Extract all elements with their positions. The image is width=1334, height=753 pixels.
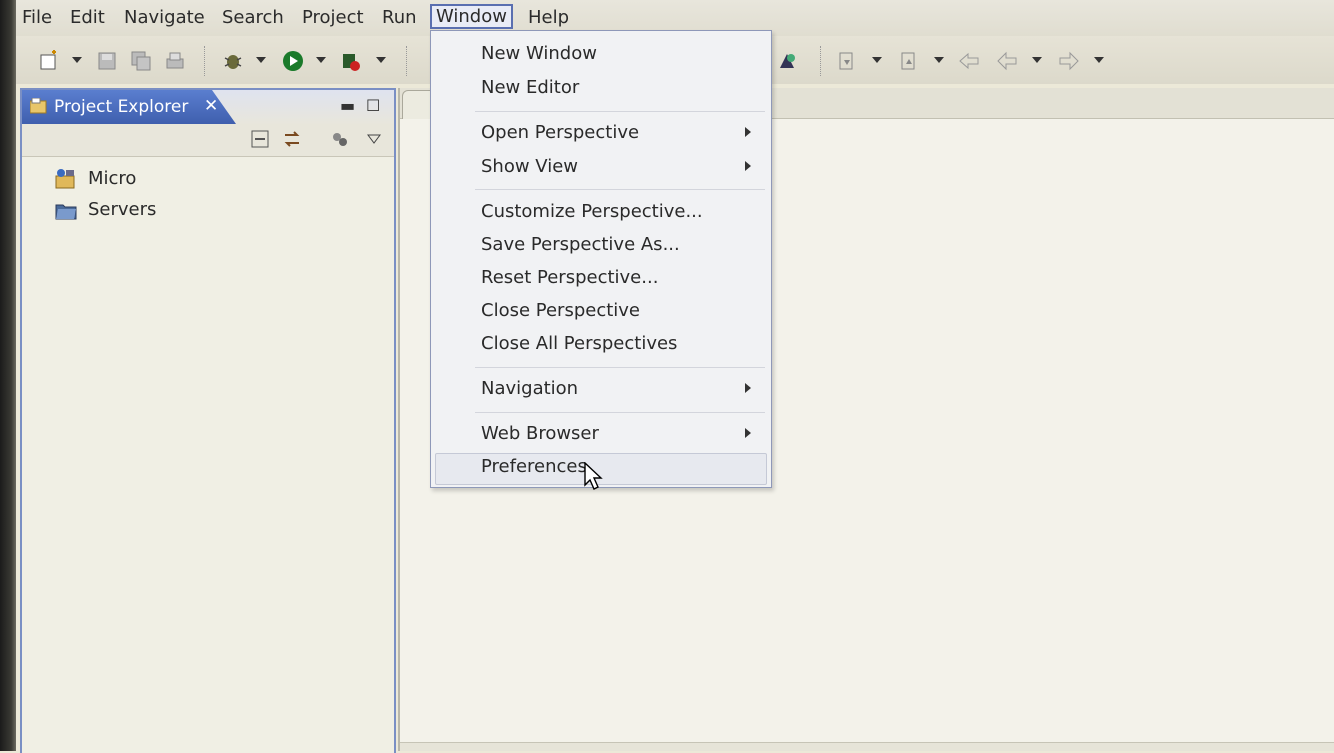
forward-dropdown-icon[interactable] xyxy=(1094,57,1104,63)
submenu-arrow-icon xyxy=(745,383,751,393)
menu-navigate[interactable]: Navigate xyxy=(124,7,205,28)
external-tools-dropdown-icon[interactable] xyxy=(376,57,386,63)
project-explorer-view: Project Explorer ✕ ▬ ☐ Micro Servers xyxy=(20,88,396,753)
menu-item-web-browser[interactable]: Web Browser xyxy=(481,423,599,444)
last-edit-location-icon[interactable] xyxy=(958,50,980,72)
tree-item-label: Micro xyxy=(88,168,137,189)
menu-item-new-window[interactable]: New Window xyxy=(481,43,597,64)
new-icon[interactable] xyxy=(38,50,60,72)
next-annotation-icon[interactable] xyxy=(836,50,858,72)
project-icon xyxy=(54,168,78,190)
menu-search[interactable]: Search xyxy=(222,7,284,28)
menu-edit[interactable]: Edit xyxy=(70,7,105,28)
toolbar-separator xyxy=(204,46,207,76)
window-menu-dropdown: New Window New Editor Open Perspective S… xyxy=(430,30,772,488)
menu-separator xyxy=(475,412,765,413)
close-icon[interactable]: ✕ xyxy=(204,96,218,116)
next-annotation-dropdown-icon[interactable] xyxy=(872,57,882,63)
back-dropdown-icon[interactable] xyxy=(1032,57,1042,63)
bottom-panel-edge xyxy=(400,742,1334,751)
menu-item-show-view[interactable]: Show View xyxy=(481,156,578,177)
save-all-icon[interactable] xyxy=(130,50,152,72)
forward-icon[interactable] xyxy=(1058,50,1080,72)
new-dropdown-icon[interactable] xyxy=(72,57,82,63)
previous-annotation-dropdown-icon[interactable] xyxy=(934,57,944,63)
previous-annotation-icon[interactable] xyxy=(898,50,920,72)
open-type-icon[interactable] xyxy=(776,50,798,72)
tree-item-label: Servers xyxy=(88,199,157,220)
menu-file[interactable]: File xyxy=(22,7,52,28)
project-explorer-toolbar xyxy=(22,124,394,157)
external-tools-icon[interactable] xyxy=(340,50,362,72)
collapse-all-icon[interactable] xyxy=(250,129,270,149)
print-icon[interactable] xyxy=(164,50,186,72)
menu-item-preferences[interactable]: Preferences xyxy=(481,456,587,477)
run-icon[interactable] xyxy=(282,50,304,72)
project-explorer-tabbar: Project Explorer ✕ ▬ ☐ xyxy=(22,90,394,124)
link-with-editor-icon[interactable] xyxy=(282,129,302,149)
menu-separator xyxy=(475,189,765,190)
back-icon[interactable] xyxy=(996,50,1018,72)
folder-icon xyxy=(54,199,78,221)
menu-item-navigation[interactable]: Navigation xyxy=(481,378,578,399)
menu-item-open-perspective[interactable]: Open Perspective xyxy=(481,122,639,143)
menu-run[interactable]: Run xyxy=(382,7,417,28)
toolbar-separator xyxy=(406,46,409,76)
menu-item-save-perspective-as[interactable]: Save Perspective As... xyxy=(481,234,680,255)
maximize-icon[interactable]: ☐ xyxy=(366,96,380,115)
project-explorer-tab[interactable]: Project Explorer ✕ xyxy=(22,90,236,124)
debug-dropdown-icon[interactable] xyxy=(256,57,266,63)
project-explorer-icon xyxy=(29,97,48,114)
menu-window[interactable]: Window xyxy=(430,4,513,29)
menu-item-close-all-perspectives[interactable]: Close All Perspectives xyxy=(481,333,677,354)
menu-item-reset-perspective[interactable]: Reset Perspective... xyxy=(481,267,658,288)
toolbar-separator xyxy=(820,46,823,76)
submenu-arrow-icon xyxy=(745,127,751,137)
menu-item-new-editor[interactable]: New Editor xyxy=(481,77,579,98)
menu-separator xyxy=(475,111,765,112)
debug-icon[interactable] xyxy=(222,50,244,72)
menu-separator xyxy=(475,367,765,368)
monitor-bezel xyxy=(0,0,16,751)
submenu-arrow-icon xyxy=(745,161,751,171)
menu-help[interactable]: Help xyxy=(528,7,569,28)
menu-item-customize-perspective[interactable]: Customize Perspective... xyxy=(481,201,703,222)
menu-project[interactable]: Project xyxy=(302,7,364,28)
submenu-arrow-icon xyxy=(745,428,751,438)
view-menu-icon[interactable] xyxy=(364,129,384,149)
menu-item-close-perspective[interactable]: Close Perspective xyxy=(481,300,640,321)
save-icon[interactable] xyxy=(96,50,118,72)
run-dropdown-icon[interactable] xyxy=(316,57,326,63)
filter-icon[interactable] xyxy=(330,129,350,149)
minimize-icon[interactable]: ▬ xyxy=(340,96,355,115)
project-explorer-title: Project Explorer xyxy=(54,97,189,117)
mouse-cursor-icon xyxy=(584,461,604,492)
